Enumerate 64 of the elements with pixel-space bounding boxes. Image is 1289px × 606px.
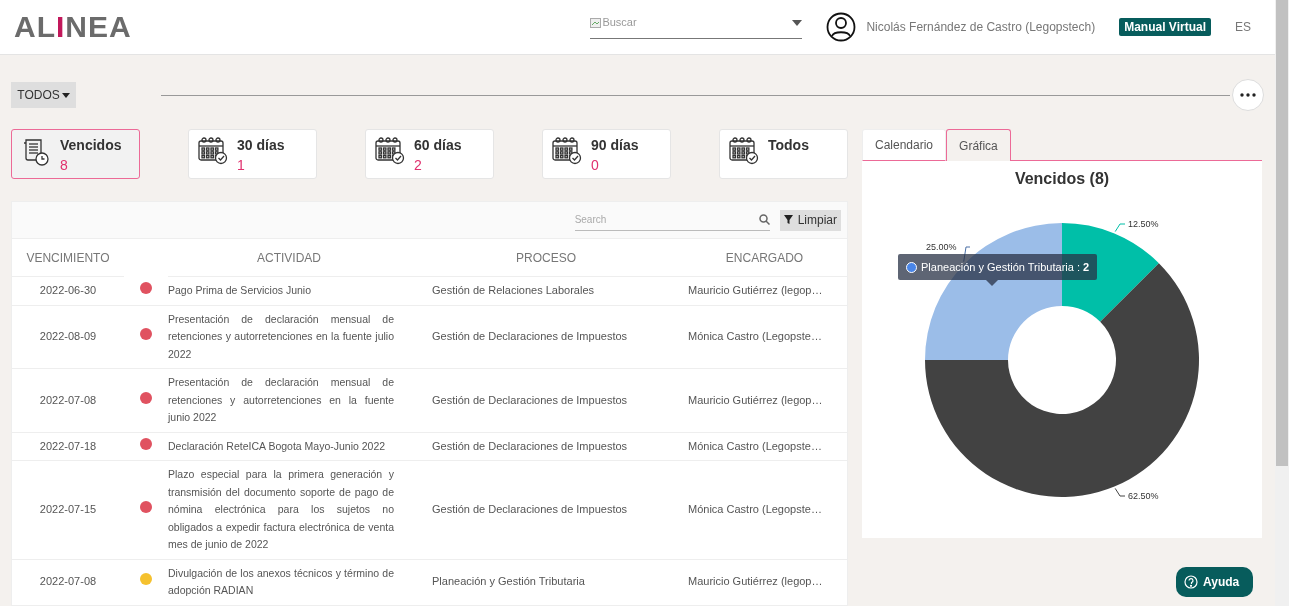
chart-title: Vencidos (8) — [1014, 170, 1110, 188]
value-label: 62.50% — [1128, 491, 1159, 501]
column-header: VENCIMIENTO — [12, 239, 124, 277]
summary-card[interactable]: 30 días 1 — [188, 129, 317, 179]
tooltip-text: Planeación y Gestión Tributaria : 2 — [921, 261, 1090, 273]
column-header: PROCESO — [410, 239, 682, 277]
owner-cell: Mónica Castro (Legopste… — [688, 330, 822, 342]
document-clock-icon — [21, 137, 51, 167]
summary-card[interactable]: Vencidos 8 — [11, 129, 140, 179]
calendar-check-icon — [729, 137, 759, 165]
scrollbar[interactable] — [1275, 0, 1289, 606]
process-cell: Gestión de Relaciones Laborales — [432, 284, 595, 296]
summary-card[interactable]: 60 días 2 — [365, 129, 494, 179]
activity-cell-text: Presentación de declaración mensual de retenciones y autorretenciones en la fuente junio 2022 — [168, 375, 394, 425]
leader-line — [1114, 487, 1126, 497]
more-button[interactable] — [1232, 79, 1264, 111]
process-cell: Gestión de Declaraciones de Impuestos — [432, 330, 628, 342]
leader-line — [1114, 223, 1126, 233]
date-cell: 2022-07-18 — [39, 439, 97, 452]
help-icon — [1184, 575, 1198, 589]
clear-button[interactable]: Limpiar — [779, 209, 841, 231]
broken-image-icon — [590, 15, 603, 28]
owner-cell: Mauricio Gutiérrez (legop… — [688, 575, 823, 588]
date-cell: 2022-08-09 — [39, 330, 97, 342]
process-cell: Gestión de Declaraciones de Impuestos — [432, 503, 628, 515]
date-cell: 2022-07-15 — [39, 503, 97, 515]
owner-cell: Mónica Castro (Legopste… — [688, 439, 822, 452]
calendar-check-icon — [552, 137, 582, 165]
value-label: 25.00% — [926, 242, 957, 252]
user-icon[interactable] — [826, 12, 857, 42]
help-button[interactable]: Ayuda — [1176, 567, 1254, 597]
calendar-check-icon — [375, 137, 405, 165]
date-cell: 2022-07-08 — [39, 393, 97, 406]
owner-cell: Mauricio Gutiérrez (legop… — [688, 393, 823, 406]
activity-cell-text: Divulgación de los anexos técnicos y término de adopción RADIAN — [168, 565, 394, 598]
caret-icon — [792, 19, 803, 26]
filter-dropdown[interactable]: TODOS — [11, 82, 76, 108]
filter-icon — [783, 215, 794, 225]
date-cell: 2022-06-30 — [39, 284, 97, 296]
activity-cell-text: Plazo especial para la primera generación y transmisión del documento soporte de pago de nómina electrónica para los sujetos no obligados a expedir factura electrónica de venta mes de junio de 2022 — [168, 467, 394, 552]
search-icon — [758, 214, 770, 225]
owner-cell: Mónica Castro (Legopste… — [688, 503, 822, 515]
activity-cell-text: Pago Prima de Servicios Junio — [168, 283, 312, 298]
owner-cell: Mauricio Gutiérrez (legop… — [688, 284, 823, 296]
date-cell: 2022-07-08 — [39, 575, 97, 588]
tab[interactable]: Gráfica — [946, 129, 1011, 161]
summary-card[interactable]: Todos — [719, 129, 848, 179]
process-cell: Gestión de Declaraciones de Impuestos — [432, 393, 628, 406]
process-cell: Gestión de Declaraciones de Impuestos — [432, 439, 628, 452]
value-label: 12.50% — [1128, 219, 1159, 229]
user-name: Nicolás Fernández de Castro (Legopstech) — [866, 20, 1096, 34]
summary-card[interactable]: 90 días 0 — [542, 129, 671, 179]
calendar-check-icon — [198, 137, 228, 165]
dots-icon — [1240, 93, 1256, 97]
column-header: ACTIVIDAD — [168, 239, 410, 277]
language-selector[interactable]: ES — [1235, 20, 1251, 34]
tab[interactable]: Calendario — [862, 129, 947, 161]
logo: ALINEA — [14, 10, 132, 44]
manual-link[interactable]: Manual Virtual — [1119, 18, 1211, 36]
process-cell: Planeación y Gestión Tributaria — [432, 575, 585, 588]
activity-cell-text: Presentación de declaración mensual de retenciones y autorretenciones en la fuente julio 2022 — [168, 311, 394, 362]
activity-cell-text: Declaración ReteICA Bogota Mayo-Junio 2022 — [168, 438, 387, 454]
caret-icon — [61, 92, 70, 98]
column-header: ENCARGADO — [682, 239, 847, 277]
